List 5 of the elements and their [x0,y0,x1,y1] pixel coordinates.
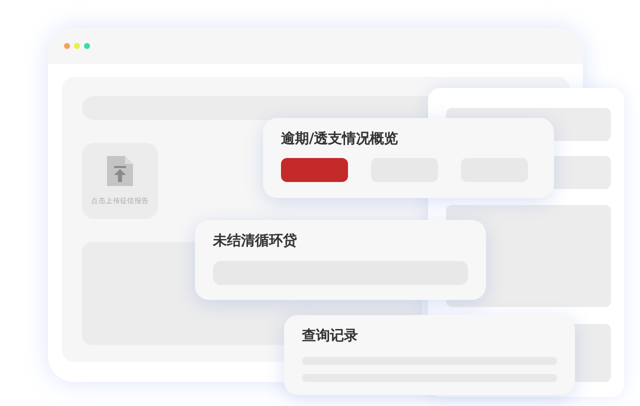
file-upload-icon [105,154,135,188]
card-title: 逾期/透支情况概览 [281,130,400,148]
card-title: 查询记录 [302,327,359,345]
status-pill[interactable] [281,158,348,182]
card-title: 未结清循环贷 [213,232,298,250]
